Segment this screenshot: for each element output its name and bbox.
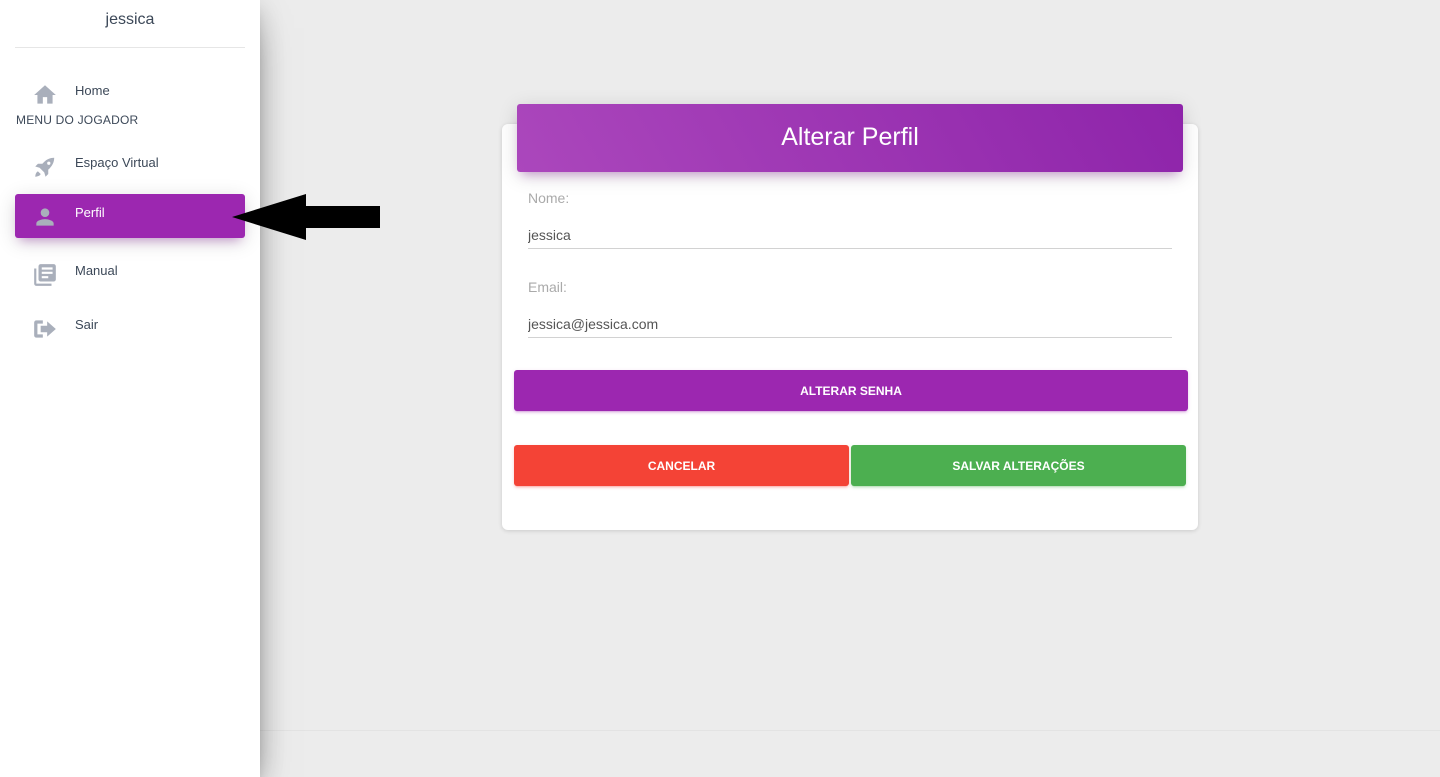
card-title: Alterar Perfil (517, 104, 1183, 172)
sidebar-item-label: Sair (75, 317, 99, 332)
sidebar-item-manual[interactable]: Manual (15, 252, 245, 296)
library-books-icon (31, 262, 59, 288)
footer-divider (260, 730, 1440, 731)
save-changes-button[interactable]: SALVAR ALTERAÇÕES (851, 445, 1186, 486)
sidebar-item-espaco-virtual[interactable]: Espaço Virtual (15, 144, 245, 188)
sidebar-item-sair[interactable]: Sair (15, 306, 245, 350)
sidebar-item-perfil[interactable]: Perfil (15, 194, 245, 238)
name-field[interactable] (528, 221, 1172, 249)
email-field[interactable] (528, 310, 1172, 338)
sidebar-user-name[interactable]: jessica (15, 0, 245, 48)
home-icon (31, 82, 59, 108)
name-label: Nome: (528, 190, 570, 206)
sidebar-item-label: Manual (75, 263, 118, 278)
cancel-button[interactable]: CANCELAR (514, 445, 849, 486)
logout-icon (31, 316, 59, 342)
email-label: Email: (528, 279, 567, 295)
sidebar-section-label: MENU DO JOGADOR (16, 113, 139, 127)
change-password-button[interactable]: ALTERAR SENHA (514, 370, 1188, 411)
sidebar: jessica Home MENU DO JOGADOR Espaço Virt… (0, 0, 260, 777)
pointer-arrow-icon (232, 194, 380, 240)
sidebar-item-home[interactable]: Home (15, 72, 245, 116)
person-icon (31, 204, 59, 230)
rocket-icon (31, 154, 59, 180)
sidebar-item-label: Perfil (75, 205, 105, 220)
sidebar-item-label: Home (75, 83, 110, 98)
sidebar-item-label: Espaço Virtual (75, 155, 159, 170)
